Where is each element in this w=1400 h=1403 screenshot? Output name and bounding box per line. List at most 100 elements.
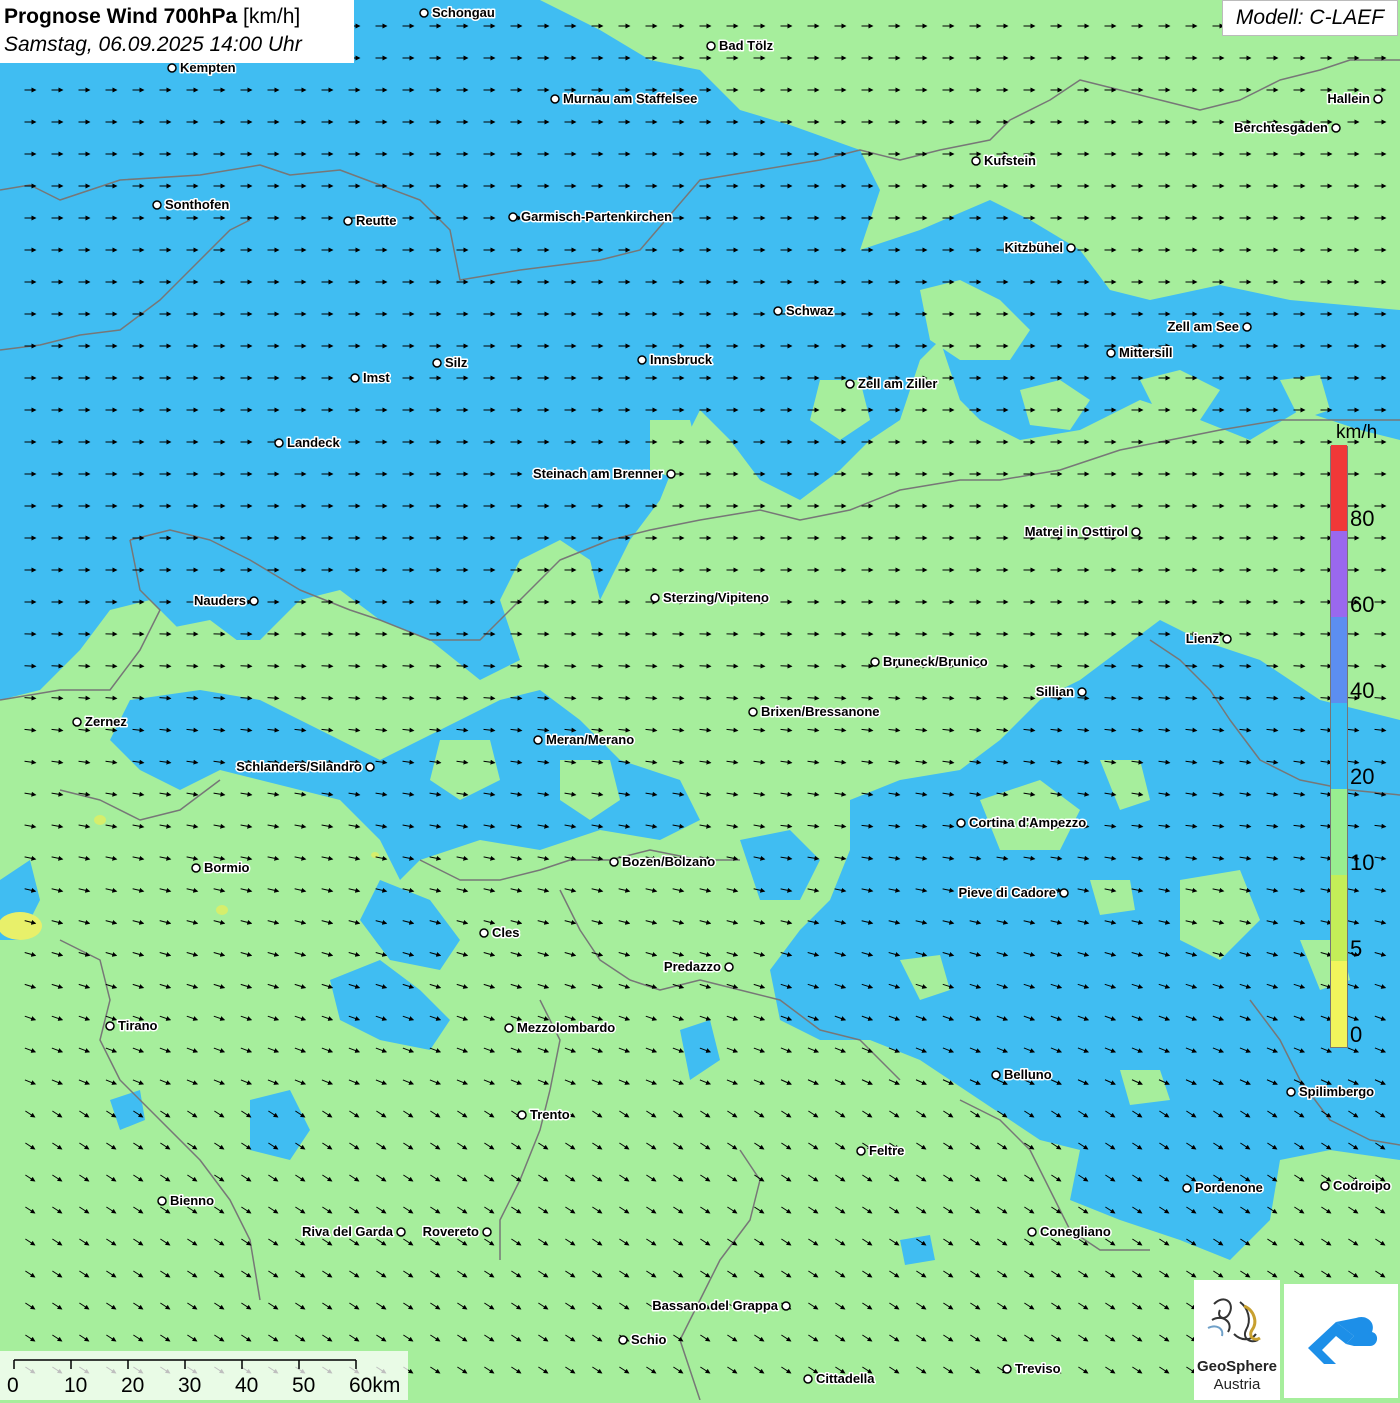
legend-label: 80 <box>1350 508 1374 530</box>
city-marker: Sonthofen <box>153 197 229 212</box>
scale-label: 50 <box>292 1375 315 1397</box>
city-label: Silz <box>445 355 468 370</box>
city-marker: Steinach am Brenner <box>533 466 675 481</box>
city-label: Innsbruck <box>650 352 713 367</box>
city-marker: Schongau <box>420 5 495 20</box>
city-marker: Sterzing/Vipiteno <box>651 590 769 605</box>
wind-arrow <box>700 666 711 667</box>
city-dot <box>397 1228 405 1236</box>
city-dot <box>619 1336 627 1344</box>
wind-arrow <box>268 666 279 667</box>
city-dot <box>610 858 618 866</box>
city-dot <box>846 380 854 388</box>
city-dot <box>1132 528 1140 536</box>
wind-arrow <box>133 666 144 667</box>
scale-bar-line <box>0 1351 408 1400</box>
wind-arrow <box>430 666 441 667</box>
city-dot <box>158 1197 166 1205</box>
city-dot <box>1321 1182 1329 1190</box>
scale-label: 0 <box>7 1375 19 1397</box>
city-dot <box>366 763 374 771</box>
city-marker: Riva del Garda <box>302 1224 405 1239</box>
city-dot <box>725 963 733 971</box>
city-dot <box>344 217 352 225</box>
city-dot <box>483 1228 491 1236</box>
geosphere-logo: GeoSphere Austria <box>1194 1280 1280 1400</box>
city-label: Riva del Garda <box>302 1224 394 1239</box>
wind-arrow <box>25 666 36 667</box>
city-marker: Bozen/Bolzano <box>610 854 715 869</box>
city-dot <box>192 864 200 872</box>
city-dot <box>1067 244 1075 252</box>
city-dot <box>651 594 659 602</box>
city-label: Pieve di Cadore <box>958 885 1056 900</box>
legend-swatch <box>1331 875 1347 961</box>
legend-unit: km/h <box>1336 422 1377 444</box>
wind-map: SchongauBad TölzKemptenHalleinMurnau am … <box>0 0 1400 1400</box>
city-label: Belluno <box>1004 1067 1052 1082</box>
wind-arrow <box>646 666 657 667</box>
wind-arrow <box>1186 666 1197 667</box>
wind-arrow <box>241 666 252 667</box>
city-marker: Garmisch-Partenkirchen <box>509 209 672 224</box>
wind-arrow <box>619 666 630 667</box>
city-dot <box>505 1024 513 1032</box>
wind-arrow <box>160 666 171 667</box>
wind-arrow <box>484 666 495 667</box>
city-label: Trento <box>530 1107 570 1122</box>
city-marker: Conegliano <box>1028 1224 1111 1239</box>
scale-label: 40 <box>235 1375 258 1397</box>
city-dot <box>1374 95 1382 103</box>
legend-label: 0 <box>1350 1024 1362 1046</box>
city-dot <box>871 658 879 666</box>
wind-arrow <box>1051 666 1062 667</box>
scale-label: 20 <box>121 1375 144 1397</box>
city-dot <box>1223 635 1231 643</box>
wind-arrow <box>106 666 117 667</box>
city-label: Treviso <box>1015 1361 1061 1376</box>
wind-arrow <box>1024 666 1035 667</box>
city-dot <box>1183 1184 1191 1192</box>
city-dot <box>433 359 441 367</box>
legend-label: 20 <box>1350 766 1374 788</box>
legend-label: 40 <box>1350 680 1374 702</box>
city-label: Mittersill <box>1119 345 1172 360</box>
legend-color-bar <box>1330 446 1348 1048</box>
city-dot <box>518 1111 526 1119</box>
city-dot <box>804 1375 812 1383</box>
wind-arrow <box>835 666 846 667</box>
city-label: Berchtesgaden <box>1234 120 1328 135</box>
wind-arrow <box>187 666 198 667</box>
city-dot <box>667 470 675 478</box>
city-marker: Brixen/Bressanone <box>749 704 880 719</box>
city-dot <box>1003 1365 1011 1373</box>
legend-label: 5 <box>1350 938 1362 960</box>
wind-arrow <box>781 666 792 667</box>
city-dot <box>957 819 965 827</box>
legend-swatch <box>1331 703 1347 789</box>
city-label: Meran/Merano <box>546 732 634 747</box>
scale-label: 10 <box>64 1375 87 1397</box>
city-dot <box>420 9 428 17</box>
wind-arrow <box>214 666 225 667</box>
cloud-arrow-icon <box>1284 1284 1398 1398</box>
wind-arrow <box>1213 666 1224 667</box>
wind-arrow <box>1132 666 1143 667</box>
city-label: Zell am See <box>1167 319 1239 334</box>
legend-swatch <box>1331 617 1347 703</box>
city-label: Mezzolombardo <box>517 1020 615 1035</box>
city-dot <box>480 929 488 937</box>
city-dot <box>1332 124 1340 132</box>
city-label: Garmisch-Partenkirchen <box>521 209 672 224</box>
city-dot <box>250 597 258 605</box>
legend-swatch <box>1331 531 1347 617</box>
city-label: Sillian <box>1036 684 1074 699</box>
city-dot <box>168 64 176 72</box>
city-label: Sonthofen <box>165 197 229 212</box>
city-label: Landeck <box>287 435 341 450</box>
scale-label: 60km <box>349 1375 400 1397</box>
city-dot <box>749 708 757 716</box>
city-marker: Mezzolombardo <box>505 1020 615 1035</box>
city-label: Schlanders/Silandro <box>236 759 362 774</box>
city-label: Reutte <box>356 213 396 228</box>
